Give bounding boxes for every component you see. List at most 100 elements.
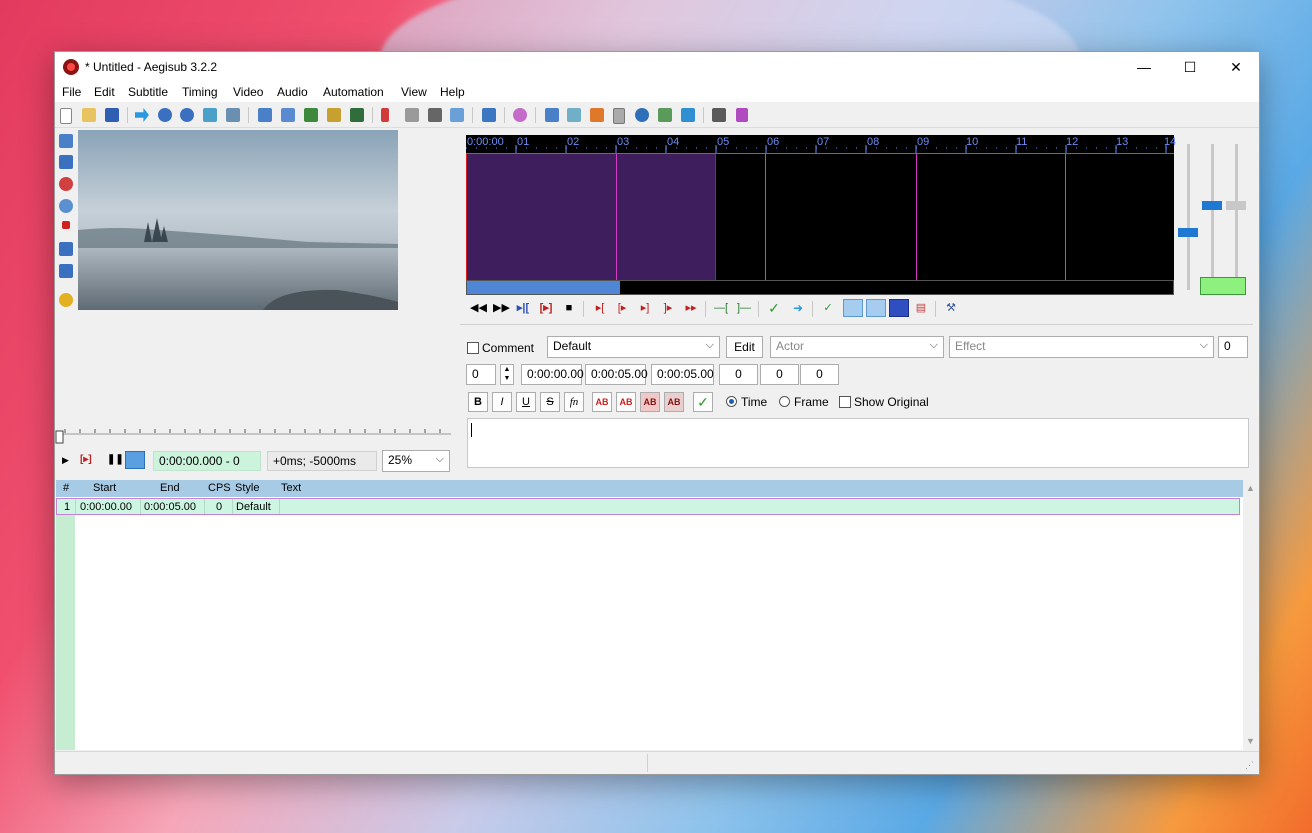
strikeout-button[interactable]: S [540, 392, 560, 412]
layer-field[interactable]: 0 [466, 364, 496, 385]
video-time-field[interactable]: 0:00:00.000 - 0 [153, 451, 261, 471]
play-500ms-before-end-icon[interactable]: ▸] [637, 301, 653, 315]
select-lines-icon[interactable] [590, 108, 604, 122]
rotate-z-icon[interactable] [59, 177, 73, 191]
play-icon[interactable]: ▶ [62, 451, 72, 469]
video-display[interactable] [78, 130, 398, 310]
override-tags-icon[interactable] [736, 108, 748, 122]
video-open-icon[interactable] [203, 108, 217, 122]
kanji-timer-icon[interactable] [450, 108, 464, 122]
attachments-icon[interactable] [281, 108, 295, 122]
save-icon[interactable] [105, 108, 119, 122]
audio-scrollbar[interactable] [466, 280, 1174, 295]
menu-subtitle[interactable]: Subtitle [128, 85, 168, 99]
actor-combobox[interactable]: Actor [770, 336, 944, 358]
underline-button[interactable]: U [516, 392, 536, 412]
auto-next-icon[interactable] [843, 299, 863, 317]
audio-volume-thumb[interactable] [1202, 201, 1222, 210]
play-500ms-before-icon[interactable]: ▸[ [592, 301, 608, 315]
vector-clip-icon[interactable] [59, 264, 73, 278]
check-icon[interactable] [681, 108, 695, 122]
audio-zoom-thumb[interactable] [1178, 228, 1198, 237]
font-button[interactable]: fn [564, 392, 584, 412]
audio-volume-slider[interactable] [1211, 144, 1214, 290]
audio-waveform-display[interactable]: 0:00:00 01 02 03 04 05 06 07 08 09 10 11… [466, 135, 1176, 295]
help-icon[interactable] [59, 293, 73, 307]
shadow-color-button[interactable]: AB [664, 392, 684, 412]
translation-assistant-icon[interactable] [405, 108, 419, 122]
outline-color-button[interactable]: AB [640, 392, 660, 412]
play-line-icon[interactable]: [▸] [80, 451, 98, 469]
kara-icon[interactable] [658, 108, 672, 122]
link-volume-toggle-icon[interactable] [1200, 277, 1246, 295]
next-line-icon[interactable]: ▶▶ [493, 301, 510, 315]
standard-tool-icon[interactable] [59, 134, 73, 148]
style-dropdown[interactable]: Default [547, 336, 720, 358]
stop-icon[interactable]: ■ [562, 301, 576, 315]
play-before-icon[interactable]: ▸|[ [515, 301, 531, 315]
commit-icon[interactable]: ✓ [767, 301, 781, 315]
play-500ms-after-start-icon[interactable]: [▸ [614, 301, 630, 315]
karaoke-mode-icon[interactable]: ▤ [914, 301, 928, 315]
timer-icon[interactable] [635, 108, 649, 122]
audio-settings-icon[interactable]: ⚒ [944, 301, 958, 315]
play-to-end-icon[interactable]: ▸▸ [683, 301, 699, 315]
styling-assistant-icon[interactable] [613, 108, 625, 124]
properties-icon[interactable] [350, 108, 364, 122]
fonts-collector-icon[interactable] [304, 108, 318, 122]
comment-checkbox[interactable] [467, 342, 479, 354]
spellcheck-icon[interactable] [381, 108, 389, 122]
scroll-down-icon[interactable]: ▼ [1246, 736, 1255, 746]
menu-help[interactable]: Help [440, 85, 465, 99]
subtitle-grid[interactable]: # Start End CPS Style Text 1 0:00:00.00 … [56, 480, 1243, 750]
zoom-in-icon[interactable] [158, 108, 172, 122]
secondary-color-button[interactable]: AB [616, 392, 636, 412]
margin-vertical-field[interactable]: 0 [800, 364, 839, 385]
layer-right-field[interactable]: 0 [1218, 336, 1248, 358]
audio-scroll-thumb[interactable] [467, 281, 620, 294]
effect-combobox[interactable]: Effect [949, 336, 1214, 358]
video-details-icon[interactable] [226, 108, 240, 122]
menu-edit[interactable]: Edit [94, 85, 115, 99]
scroll-up-icon[interactable]: ▲ [1246, 483, 1255, 493]
start-marker[interactable] [466, 154, 467, 280]
menu-audio[interactable]: Audio [277, 85, 308, 99]
pause-icon[interactable]: ❚❚ [107, 451, 124, 469]
audio-selection-region[interactable] [466, 154, 715, 280]
audio-volume-slider-2[interactable] [1235, 144, 1238, 290]
frame-radio[interactable] [779, 396, 790, 407]
shift-times-icon[interactable] [545, 108, 559, 122]
menu-video[interactable]: Video [233, 85, 263, 99]
show-original-checkbox[interactable] [839, 396, 851, 408]
commit-button-icon[interactable]: ✓ [693, 392, 713, 412]
edit-style-button[interactable]: Edit [726, 336, 763, 358]
resize-grip-icon[interactable]: ⋰ [1245, 760, 1254, 771]
italic-button[interactable]: I [492, 392, 512, 412]
margin-left-field[interactable]: 0 [719, 364, 758, 385]
assistant-icon[interactable] [428, 108, 442, 122]
auto-scroll-audio-icon[interactable] [866, 299, 886, 317]
layer-spin-button[interactable]: ▲ ▼ [500, 364, 514, 385]
rotate-xy-icon[interactable] [59, 199, 73, 213]
table-row[interactable]: 1 0:00:00.00 0:00:05.00 0 Default [56, 498, 1240, 515]
drag-tool-icon[interactable] [59, 155, 73, 169]
options-tools-icon[interactable] [712, 108, 726, 122]
time-radio[interactable] [726, 396, 737, 407]
maximize-button[interactable]: ☐ [1167, 52, 1213, 82]
zoom-out-icon[interactable] [180, 108, 194, 122]
video-seek-slider[interactable] [55, 429, 453, 444]
scale-icon[interactable] [62, 221, 70, 229]
audio-icon[interactable] [513, 108, 527, 122]
prev-line-icon[interactable]: ◀◀ [470, 301, 487, 315]
auto-commit-icon[interactable]: ✓ [821, 301, 835, 315]
timing-post-processor-icon[interactable] [567, 108, 581, 122]
end-time-field[interactable]: 0:00:05.00 [585, 364, 648, 385]
clip-rect-icon[interactable] [59, 242, 73, 256]
resample-icon[interactable] [327, 108, 341, 122]
grid-vertical-scrollbar[interactable]: ▲ ▼ [1243, 480, 1258, 750]
start-time-field[interactable]: 0:00:00.00 [521, 364, 584, 385]
margin-right-field[interactable]: 0 [760, 364, 799, 385]
new-file-icon[interactable] [60, 108, 72, 124]
primary-color-button[interactable]: AB [592, 392, 612, 412]
autoscroll-video-icon[interactable] [125, 451, 145, 469]
